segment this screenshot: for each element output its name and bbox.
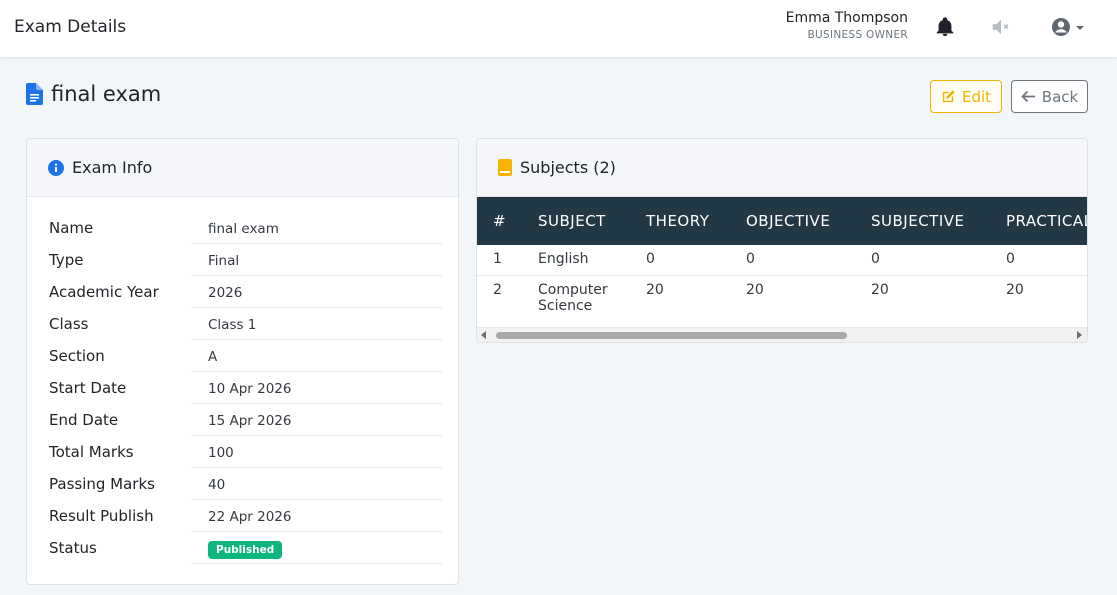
info-label: Result Publish — [49, 507, 154, 525]
info-row-start-date: Start Date 10 Apr 2026 — [27, 372, 458, 404]
table-cell: 0 — [746, 251, 755, 267]
column-header[interactable]: SUBJECT — [522, 197, 630, 245]
table-cell: 1 — [493, 251, 502, 267]
document-icon — [26, 83, 43, 105]
account-icon[interactable] — [1050, 16, 1090, 38]
table-cell: Computer Science — [538, 281, 608, 314]
exam-info-title: Exam Info — [72, 158, 153, 177]
scroll-right-icon[interactable] — [1077, 331, 1082, 339]
bell-icon[interactable] — [934, 16, 956, 38]
page-title: final exam — [26, 82, 161, 106]
info-row-end-date: End Date 15 Apr 2026 — [27, 404, 458, 436]
table-cell: 2 — [493, 281, 502, 298]
horizontal-scrollbar[interactable] — [477, 327, 1087, 342]
info-row-passing-marks: Passing Marks 40 — [27, 468, 458, 500]
user-info[interactable]: Emma Thompson BUSINESS OWNER — [786, 10, 908, 41]
info-row-total-marks: Total Marks 100 — [27, 436, 458, 468]
info-value: Published — [191, 532, 442, 564]
exam-info-header: Exam Info — [27, 139, 458, 197]
info-value: 40 — [191, 468, 442, 500]
info-row-type: Type Final — [27, 244, 458, 276]
edit-icon — [942, 90, 955, 103]
info-label: Academic Year — [49, 283, 159, 301]
table-cell: 20 — [871, 281, 889, 298]
subjects-card: Subjects (2) # SUBJECT THEORY OBJECTIVE … — [476, 138, 1088, 343]
info-row-status: Status Published — [27, 532, 458, 564]
info-value: 2026 — [191, 276, 442, 308]
exam-info-card: Exam Info Name final exam Type Final Aca… — [26, 138, 459, 585]
table-cell: English — [538, 251, 589, 267]
info-label: Type — [49, 251, 84, 269]
edit-button[interactable]: Edit — [930, 80, 1002, 113]
info-row-section: Section A — [27, 340, 458, 372]
subjects-header: Subjects (2) — [477, 139, 1087, 197]
info-value: final exam — [191, 212, 442, 244]
table-header-row: # SUBJECT THEORY OBJECTIVE SUBJECTIVE PR… — [477, 197, 1087, 245]
column-header[interactable]: PRACTICAL — [990, 197, 1087, 245]
edit-label: Edit — [961, 87, 992, 106]
navbar-title: Exam Details — [14, 17, 127, 37]
info-label: Status — [49, 539, 97, 557]
info-value: Class 1 — [191, 308, 442, 340]
status-badge: Published — [208, 541, 283, 559]
info-label: Passing Marks — [49, 475, 155, 493]
table-row: 1 English 0 0 0 0 — [477, 245, 1087, 275]
back-label: Back — [1041, 87, 1079, 106]
table-row: 2 Computer Science 20 20 20 20 — [477, 275, 1087, 327]
info-label: End Date — [49, 411, 119, 429]
info-value: 10 Apr 2026 — [191, 372, 442, 404]
subjects-table: # SUBJECT THEORY OBJECTIVE SUBJECTIVE PR… — [477, 197, 1087, 327]
info-value: 100 — [191, 436, 442, 468]
info-row-name: Name final exam — [27, 212, 458, 244]
table-cell: 20 — [1006, 281, 1024, 298]
info-row-academic-year: Academic Year 2026 — [27, 276, 458, 308]
table-cell: 0 — [1006, 251, 1015, 267]
info-label: Name — [49, 219, 94, 237]
info-icon — [48, 159, 64, 176]
column-header[interactable]: # — [477, 197, 522, 245]
scroll-left-icon[interactable] — [481, 331, 486, 339]
info-value: A — [191, 340, 442, 372]
page-title-text: final exam — [51, 82, 162, 106]
mute-icon[interactable] — [990, 16, 1012, 38]
scroll-thumb[interactable] — [496, 332, 847, 339]
subjects-title: Subjects (2) — [520, 158, 616, 177]
table-cell: 0 — [646, 251, 655, 267]
info-label: Class — [49, 315, 89, 333]
table-cell: 20 — [646, 281, 664, 298]
column-header[interactable]: SUBJECTIVE — [855, 197, 990, 245]
info-value: Final — [191, 244, 442, 276]
table-cell: 0 — [871, 251, 880, 267]
info-row-result-publish: Result Publish 22 Apr 2026 — [27, 500, 458, 532]
column-header[interactable]: OBJECTIVE — [730, 197, 855, 245]
info-value: 22 Apr 2026 — [191, 500, 442, 532]
back-button[interactable]: Back — [1011, 80, 1088, 113]
info-label: Start Date — [49, 379, 127, 397]
user-name: Emma Thompson — [785, 10, 908, 26]
book-icon — [498, 159, 512, 176]
column-header[interactable]: THEORY — [630, 197, 730, 245]
table-cell: 20 — [746, 281, 764, 298]
info-value: 15 Apr 2026 — [191, 404, 442, 436]
info-label: Section — [49, 347, 105, 365]
arrow-left-icon — [1021, 90, 1035, 103]
info-row-class: Class Class 1 — [27, 308, 458, 340]
user-role: BUSINESS OWNER — [807, 29, 908, 41]
info-label: Total Marks — [49, 443, 134, 461]
top-navbar: Exam Details Emma Thompson BUSINESS OWNE… — [0, 0, 1117, 58]
subjects-table-container[interactable]: # SUBJECT THEORY OBJECTIVE SUBJECTIVE PR… — [477, 197, 1087, 327]
